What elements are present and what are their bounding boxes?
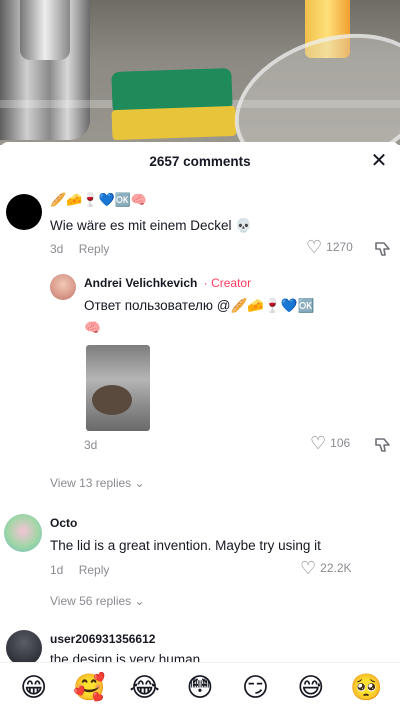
smirk-emoji-button[interactable]: 😏	[238, 670, 272, 704]
like-count: 106	[330, 436, 351, 450]
comment-text-line2: 🧠	[84, 320, 101, 335]
heart-icon: ♡	[306, 237, 323, 257]
comment-username[interactable]: user206931356612	[50, 632, 155, 646]
creator-label: Creator	[211, 276, 252, 290]
like-count: 22.2K	[320, 561, 352, 575]
like-button[interactable]: ♡ 22.2K	[300, 559, 352, 577]
dislike-icon[interactable]	[374, 240, 392, 258]
view-replies-button[interactable]: View 13 replies ⌄	[50, 476, 145, 490]
reply-button[interactable]: Reply	[79, 242, 110, 256]
comment-username[interactable]: 🥖🧀🍷💙🆗🧠	[50, 192, 147, 208]
creator-name[interactable]: Andrei Velichkevich	[84, 276, 197, 290]
avatar[interactable]	[6, 630, 42, 666]
sponge-base-image	[111, 105, 237, 141]
comments-header: 2657 comments ✕	[0, 142, 400, 180]
avatar[interactable]	[50, 274, 76, 300]
heart-icon: ♡	[310, 433, 327, 453]
hearts-face-emoji-button[interactable]: 🥰	[72, 670, 106, 704]
pleading-emoji-button[interactable]: 🥺	[349, 670, 383, 704]
view-replies-button[interactable]: View 56 replies ⌄	[50, 594, 145, 608]
comment-username[interactable]: Andrei Velichkevich · Creator	[84, 276, 251, 290]
dislike-icon[interactable]	[374, 436, 392, 454]
comment-username[interactable]: Octo	[50, 516, 77, 530]
comment-text: the design is very human	[50, 652, 201, 662]
video-reply-thumbnail[interactable]	[86, 345, 150, 431]
comment-text: Wie wäre es mit einem Deckel 💀	[50, 218, 253, 233]
tears-of-joy-emoji-button[interactable]: 😂	[128, 670, 162, 704]
comment-time: 1d	[50, 563, 64, 577]
creator-separator: ·	[200, 276, 212, 290]
comment-meta: 1d Reply	[50, 563, 109, 577]
sweat-smile-emoji-button[interactable]: 😅	[294, 670, 328, 704]
reply-button[interactable]: Reply	[79, 563, 110, 577]
avatar[interactable]	[6, 194, 42, 230]
comment-text: Ответ пользователю @🥖🧀🍷💙🆗	[84, 298, 315, 313]
comments-count: 2657 comments	[149, 154, 251, 169]
comment-time: 3d	[84, 438, 98, 452]
comment-meta: 3d Reply	[50, 242, 109, 256]
video-background	[0, 0, 400, 145]
grin-emoji-button[interactable]: 😁	[17, 670, 51, 704]
creator-badge: · Creator	[200, 276, 251, 290]
close-icon[interactable]: ✕	[368, 150, 390, 172]
like-count: 1270	[326, 240, 353, 254]
comment-time: 3d	[50, 242, 64, 256]
heart-icon: ♡	[300, 558, 317, 578]
comment-text: The lid is a great invention. Maybe try …	[50, 538, 321, 553]
thumbnail-subject	[92, 385, 132, 415]
avatar[interactable]	[4, 514, 42, 552]
like-button[interactable]: ♡ 106	[310, 434, 350, 452]
comments-sheet: 2657 comments ✕ 🥖🧀🍷💙🆗🧠 Wie wäre es mit e…	[0, 142, 400, 711]
flushed-emoji-button[interactable]: 😳	[183, 670, 217, 704]
emoji-quick-reply-bar: 😁 🥰 😂 😳 😏 😅 🥺	[0, 662, 400, 711]
like-button[interactable]: ♡ 1270	[306, 238, 353, 256]
faucet-neck-image	[20, 0, 70, 60]
